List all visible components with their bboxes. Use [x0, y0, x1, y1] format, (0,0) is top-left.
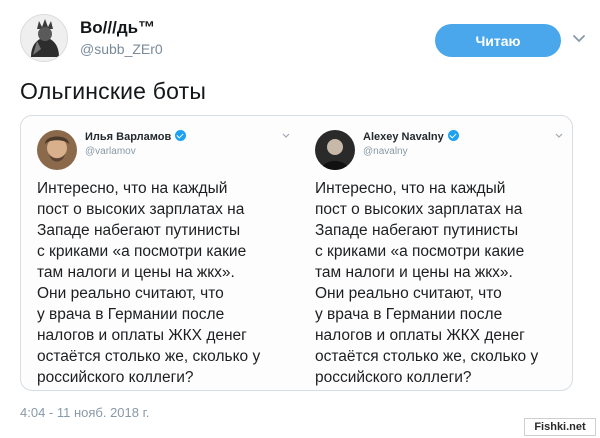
chevron-down-icon[interactable]: [571, 30, 587, 46]
tweet-text: Ольгинские боты: [20, 78, 207, 104]
tweet-timestamp[interactable]: 4:04 - 11 нояб. 2018 г.: [20, 405, 149, 420]
left-avatar: [37, 130, 77, 170]
left-tweet-body: Интересно, что на каждый пост о высоких …: [37, 180, 261, 386]
chevron-down-icon: [555, 133, 563, 138]
verified-badge-icon: [175, 130, 187, 141]
right-author-name-text: Alexey Navalny: [363, 131, 444, 143]
chevron-down-icon: [282, 133, 290, 138]
tweet-header: Bo///дь™ @subb_ZEr0 Читаю: [20, 14, 585, 64]
right-author-name: Alexey Navalny: [363, 130, 459, 143]
author-avatar[interactable]: [20, 14, 68, 62]
screenshot-left-tweet: Илья Варламов @varlamov Интересно, что н…: [21, 116, 301, 390]
follow-button[interactable]: Читаю: [435, 24, 561, 57]
verified-badge-icon: [447, 130, 459, 141]
screenshot-right-tweet: Alexey Navalny @navalny Интересно, что н…: [301, 116, 572, 390]
embedded-screenshot: Илья Варламов @varlamov Интересно, что н…: [20, 115, 573, 391]
left-author-handle: @varlamov: [85, 146, 136, 157]
right-avatar: [315, 130, 355, 170]
left-author-name: Илья Варламов: [85, 130, 187, 143]
author-name[interactable]: Bo///дь™: [80, 18, 155, 38]
author-handle[interactable]: @subb_ZEr0: [80, 41, 163, 57]
right-tweet-body: Интересно, что на каждый пост о высоких …: [315, 180, 539, 386]
watermark-logo: Fishki.net: [524, 418, 596, 436]
left-author-name-text: Илья Варламов: [85, 131, 172, 143]
right-author-handle: @navalny: [363, 146, 408, 157]
